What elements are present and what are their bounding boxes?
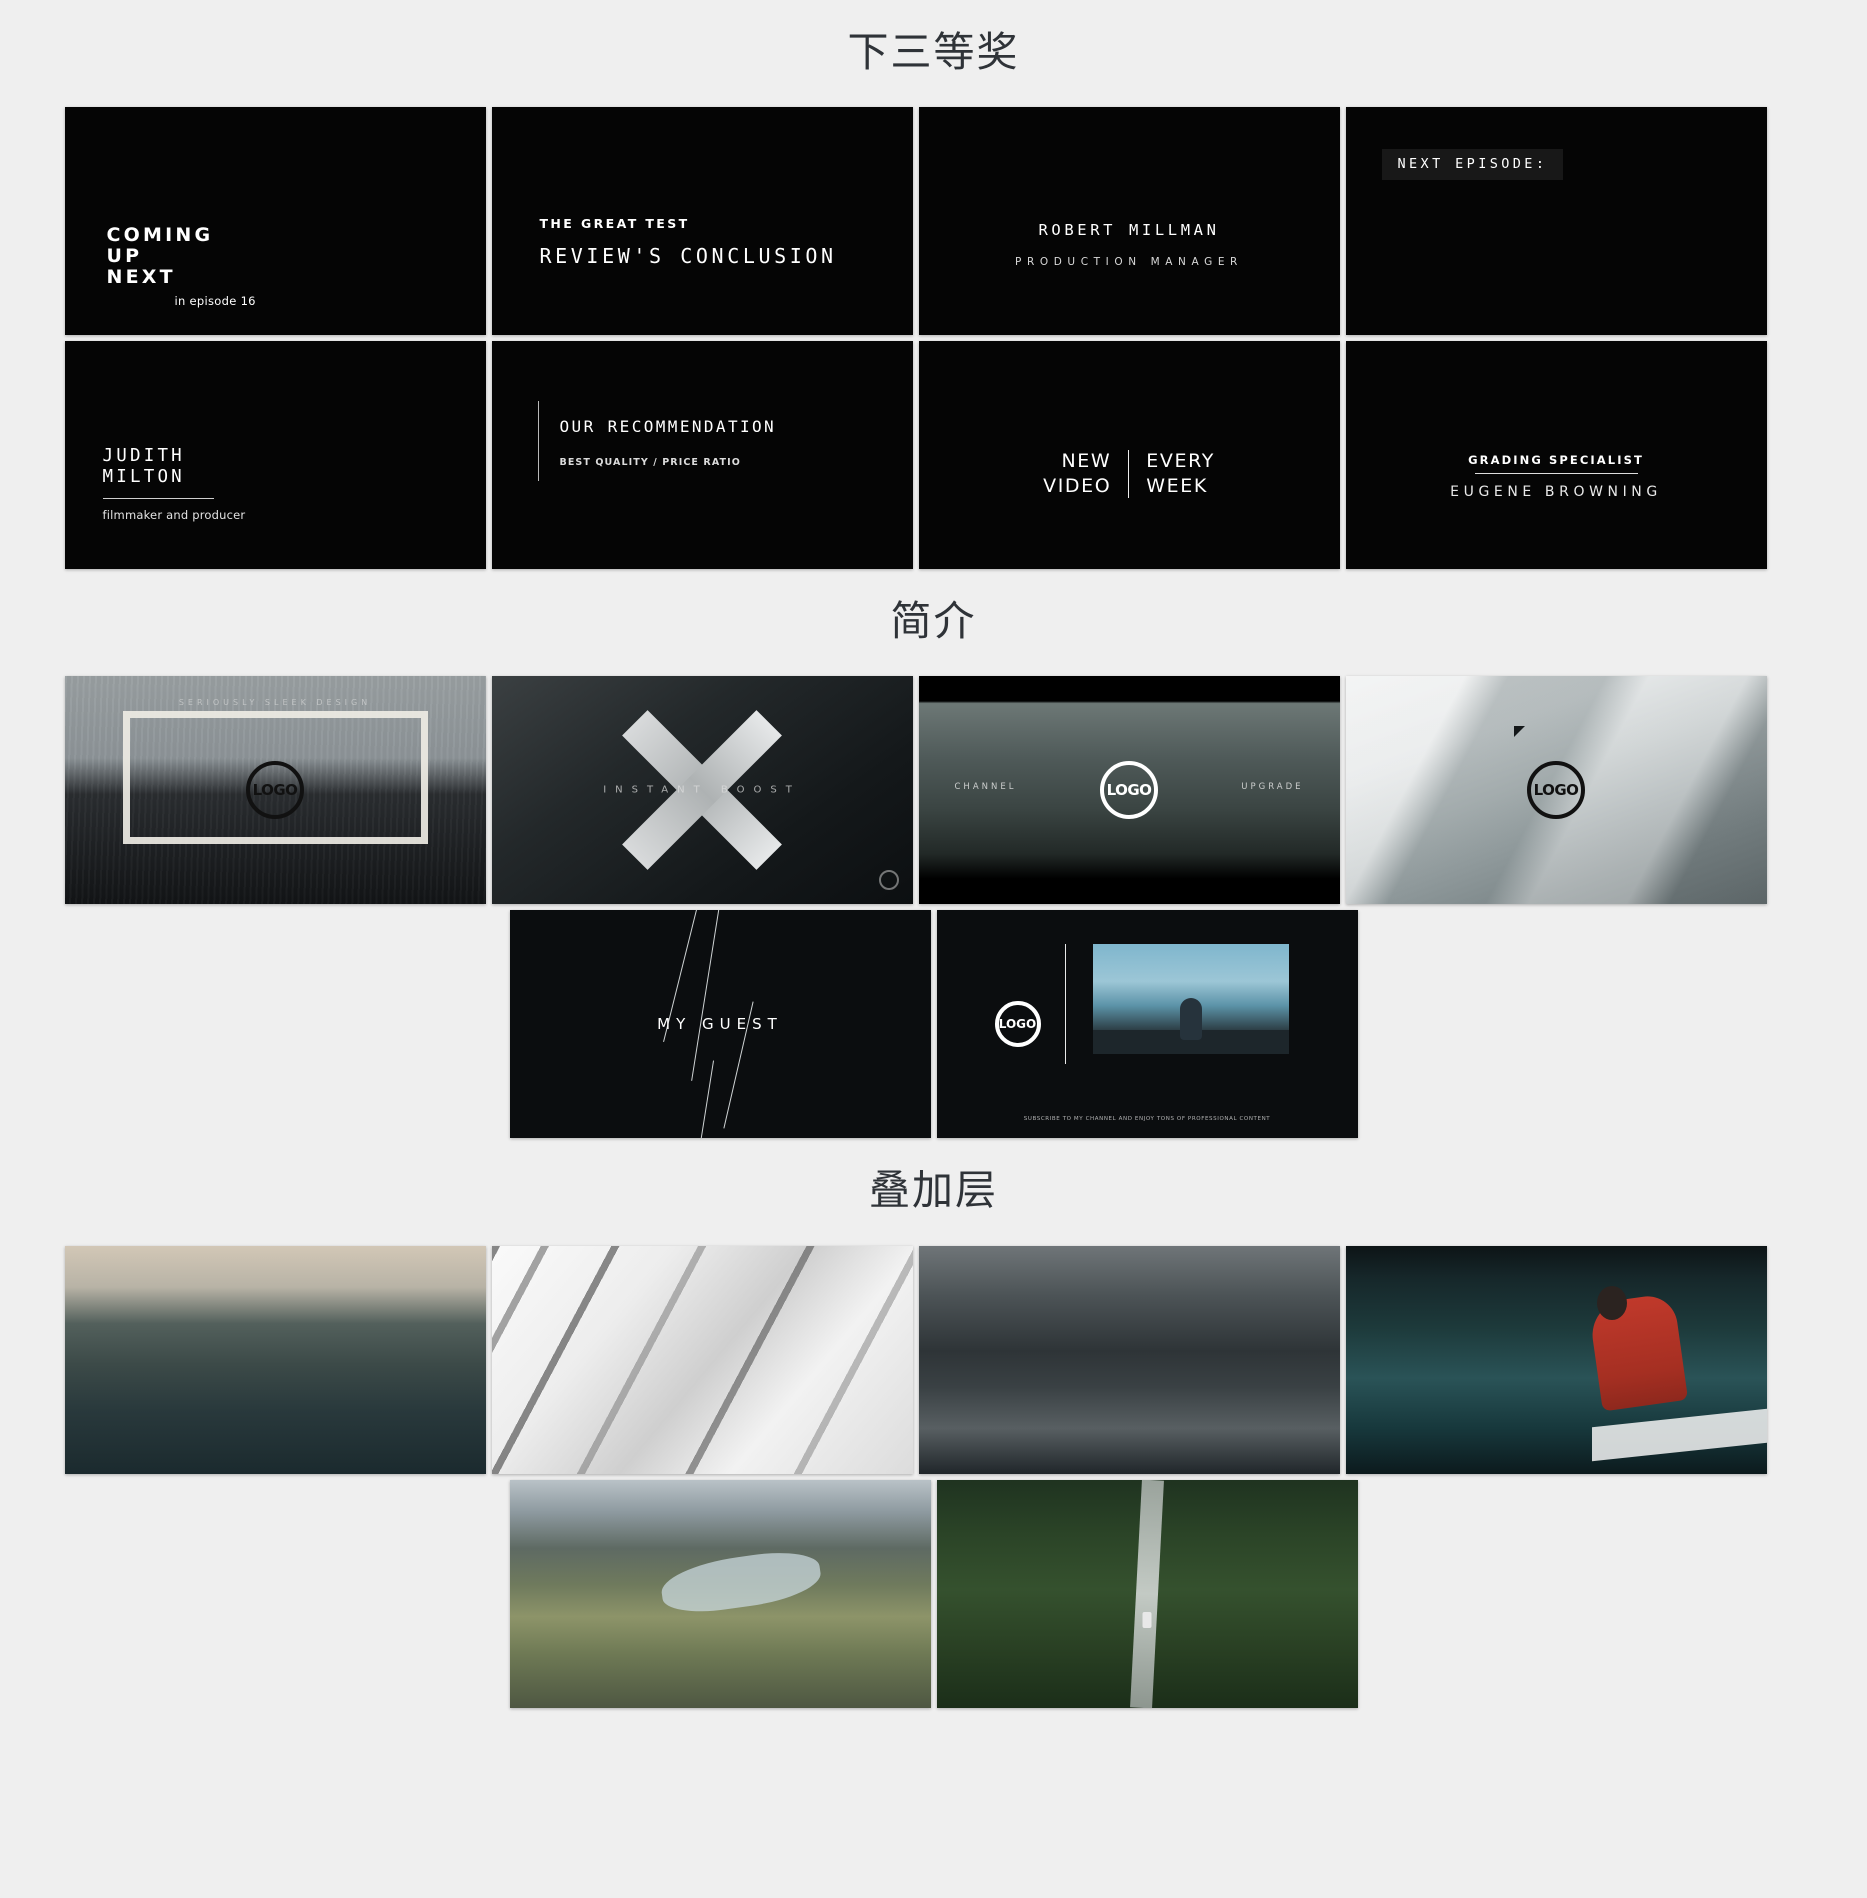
logo-icon: LOGO [1100,761,1158,820]
slash-2 [690,910,722,1082]
coming-episode-label: in episode 16 [174,294,256,309]
my-guest-text: MY GUEST [657,1015,783,1034]
logo-icon: LOGO [994,1001,1041,1048]
thumbnail-figure [1179,998,1202,1041]
coming-up-next-text-block: COMING UP NEXT in episode 16 [106,224,256,309]
coming-line-1: COMING [106,224,214,247]
coming-line-3: NEXT [106,266,176,289]
person-head [1596,1285,1627,1320]
gallery-page: 下三等奖 COMING UP NEXT in episode 16 THE GR… [0,0,1867,1898]
logo-icon: LOGO [1527,761,1585,820]
robert-millman-role: PRODUCTION MANAGER [1015,256,1243,269]
card-cliffs-of-moher[interactable] [64,1245,486,1474]
grading-divider [1474,473,1638,475]
judith-name-line-1: JUDITH [102,446,185,467]
next-episode-badge: NEXT EPISODE: [1381,149,1564,181]
new-video-right-1: EVERY [1146,450,1215,473]
slash-4 [698,1060,714,1139]
intros-grid-row2: MY GUEST LOGO SUBSCRIBE TO MY CHANNEL AN… [65,910,1803,1139]
card-grading-specialist[interactable]: GRADING SPECIALIST EUGENE BROWNING [1345,341,1767,570]
new-video-left: NEW VIDEO [1043,449,1128,499]
section-title-intros: 简介 [890,597,977,646]
judith-name-line-2: MILTON [102,467,185,488]
card-judith-milton[interactable]: JUDITH MILTON filmmaker and producer [64,341,486,570]
judith-divider [102,498,214,500]
channel-label: CHANNEL [954,782,1017,793]
card-coming-up-next[interactable]: COMING UP NEXT in episode 16 [64,107,486,336]
cliffs-photo [64,1245,486,1474]
card-mountain-channel-upgrade[interactable]: CHANNEL UPGRADE LOGO [918,676,1340,905]
subscribe-divider [1064,944,1066,1065]
card-robert-millman[interactable]: ROBERT MILLMAN PRODUCTION MANAGER [918,107,1340,336]
new-video-left-1: NEW [1061,450,1112,473]
forest-car [1142,1611,1152,1628]
marble-photo [491,1245,913,1474]
grading-block: GRADING SPECIALIST EUGENE BROWNING [1346,453,1767,500]
subscribe-thumbnail [1092,944,1289,1055]
new-video-right-2: WEEK [1146,475,1208,498]
recommendation-subtitle: BEST QUALITY / PRICE RATIO [559,457,741,469]
card-new-video-every-week[interactable]: NEW VIDEO EVERY WEEK [918,341,1340,570]
new-video-left-2: VIDEO [1043,475,1112,498]
instant-boost-text: INSTANT BOOST [603,784,801,796]
card-marble-texture[interactable] [491,1245,913,1474]
card-windmill-logo-frame[interactable]: SERIOUSLY SLEEK DESIGN LOGO [64,676,486,905]
card-valley-river-aerial[interactable] [509,1479,931,1708]
judith-role: filmmaker and producer [102,508,246,523]
upgrade-label: UPGRADE [1241,782,1304,793]
windmill-overlay-text: SERIOUSLY SLEEK DESIGN [178,698,372,708]
card-forest-road-aerial[interactable] [936,1479,1358,1708]
corner-logo-icon [878,870,899,891]
card-instant-boost-x[interactable]: INSTANT BOOST [491,676,913,905]
recommendation-accent-bar [537,401,539,482]
card-boat-woman-red-jacket[interactable] [1345,1245,1767,1474]
overlays-grid-row1 [64,1245,1803,1474]
card-our-recommendation[interactable]: OUR RECOMMENDATION BEST QUALITY / PRICE … [491,341,913,570]
card-great-test[interactable]: THE GREAT TEST REVIEW'S CONCLUSION [491,107,913,336]
grading-person-name: EUGENE BROWNING [1450,484,1662,501]
card-subscribe-promo[interactable]: LOGO SUBSCRIBE TO MY CHANNEL AND ENJOY T… [936,910,1358,1139]
overlays-grid-row2 [65,1479,1803,1708]
grading-kicker: GRADING SPECIALIST [1468,453,1644,468]
section-title-lower-thirds: 下三等奖 [847,28,1020,76]
lower-thirds-grid: COMING UP NEXT in episode 16 THE GREAT T… [64,107,1803,570]
coming-line-2: UP [106,245,143,268]
card-glacier-logo[interactable]: LOGO [1345,676,1767,905]
triangle-icon [1513,726,1525,738]
great-test-kicker: THE GREAT TEST [539,216,690,232]
card-my-guest[interactable]: MY GUEST [509,910,931,1139]
subscribe-caption: SUBSCRIBE TO MY CHANNEL AND ENJOY TONS O… [1023,1116,1271,1123]
card-dark-cave-beach[interactable] [918,1245,1340,1474]
new-video-block: NEW VIDEO EVERY WEEK [919,449,1340,499]
robert-millman-name: ROBERT MILLMAN [1038,221,1220,240]
card-next-episode[interactable]: NEXT EPISODE: [1345,107,1767,336]
new-video-right: EVERY WEEK [1129,449,1215,499]
great-test-title: REVIEW'S CONCLUSION [539,244,837,269]
recommendation-title: OUR RECOMMENDATION [559,417,777,437]
section-title-overlays: 叠加层 [869,1166,998,1215]
judith-milton-block: JUDITH MILTON filmmaker and producer [102,446,246,523]
intros-grid-row1: SERIOUSLY SLEEK DESIGN LOGO INSTANT BOOS… [64,676,1803,905]
logo-icon: LOGO [246,761,304,820]
cave-photo [918,1245,1340,1474]
